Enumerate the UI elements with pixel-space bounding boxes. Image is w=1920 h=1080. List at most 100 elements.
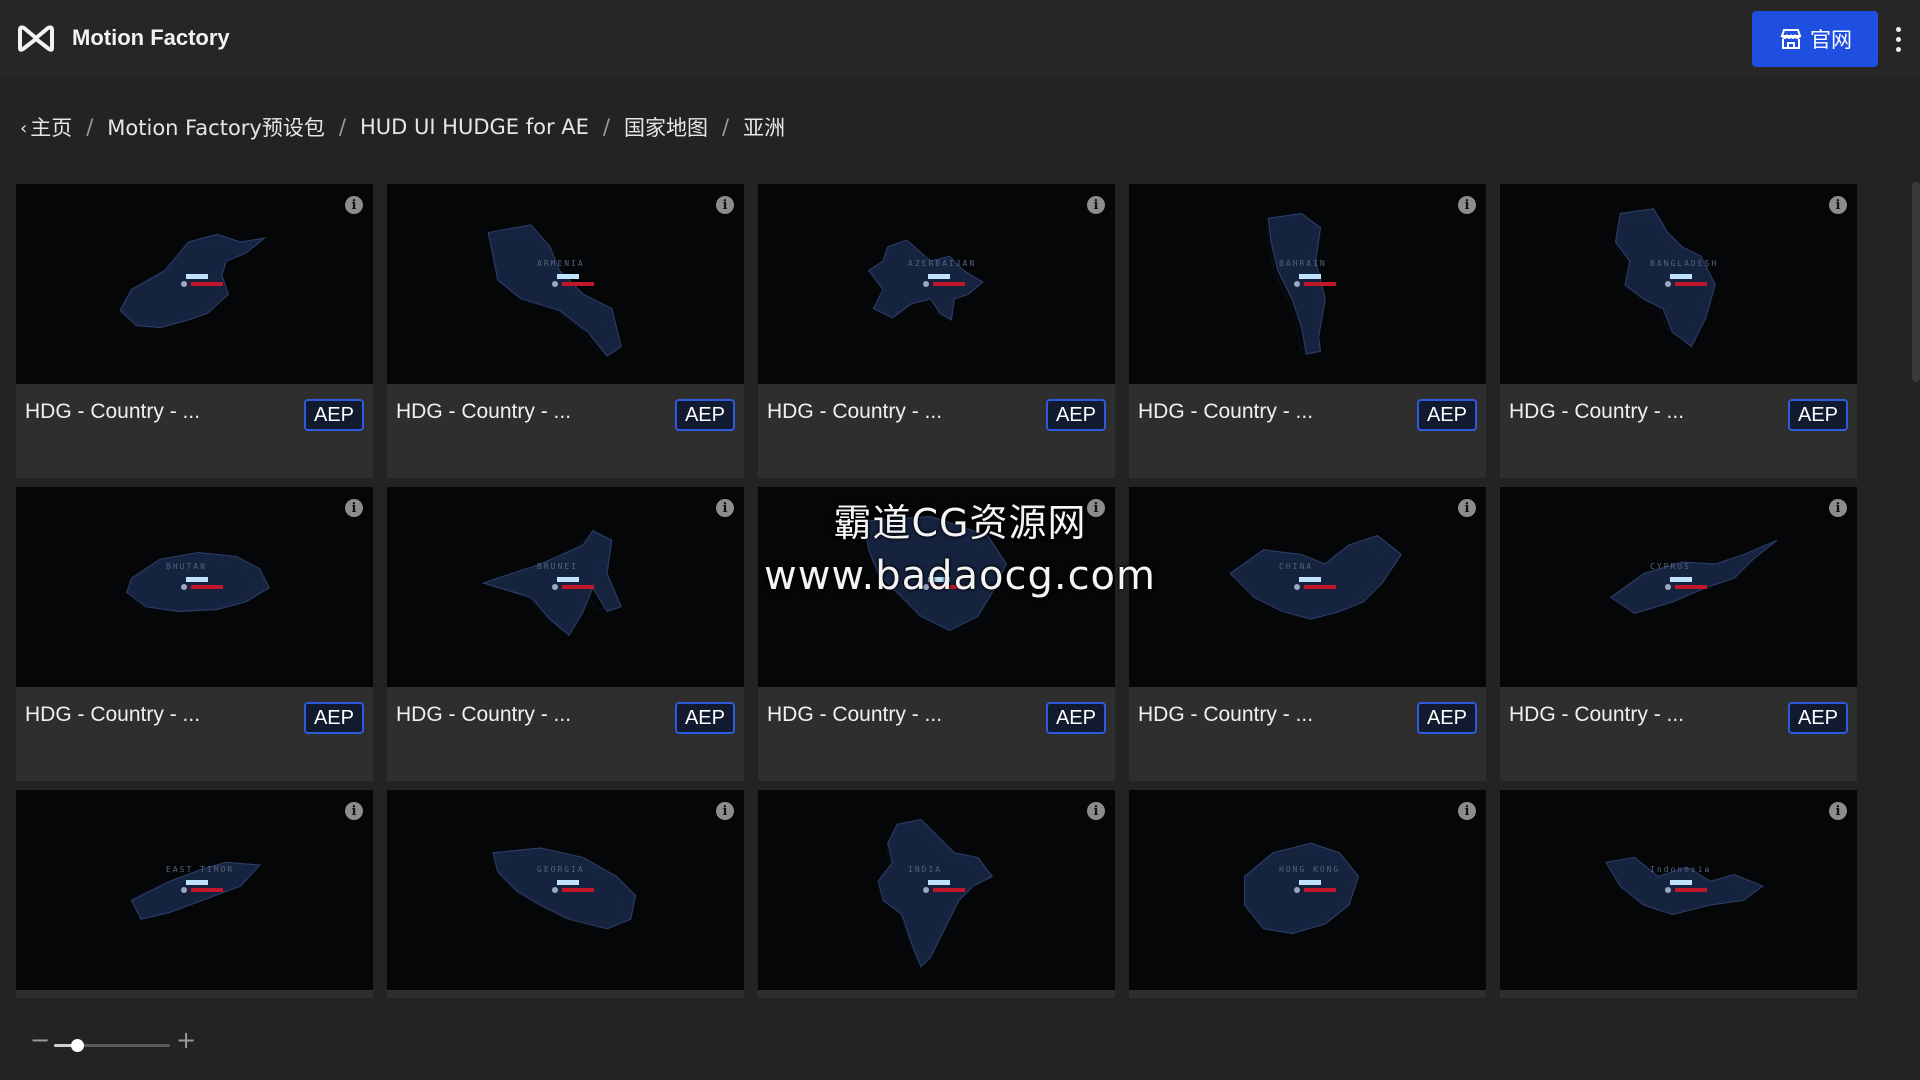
- map-country-label: Indonesia: [1650, 865, 1711, 874]
- asset-card[interactable]: CYPRUS i HDG - Country - ... AEP: [1500, 487, 1857, 781]
- asset-thumbnail[interactable]: GEORGIA i: [387, 790, 744, 990]
- zoom-slider[interactable]: [54, 1039, 170, 1052]
- country-map-image: BHUTAN: [126, 552, 270, 613]
- asset-title: HDG - Country - ...: [25, 400, 201, 423]
- zoom-slider-knob[interactable]: [71, 1039, 85, 1052]
- info-icon[interactable]: i: [345, 196, 363, 214]
- asset-thumbnail[interactable]: EAST TIMOR i: [16, 790, 373, 990]
- asset-card[interactable]: i HDG - Country - ... AEP: [758, 487, 1115, 781]
- zoom-in-button[interactable]: +: [176, 1028, 196, 1052]
- file-type-badge: AEP: [1045, 399, 1106, 431]
- footer-bar: − +: [0, 998, 1920, 1080]
- asset-title: HDG - Country - ...: [396, 703, 572, 726]
- info-icon[interactable]: i: [1087, 196, 1105, 214]
- asset-thumbnail[interactable]: AZERBAIJAN i: [758, 184, 1115, 384]
- info-icon[interactable]: i: [716, 802, 734, 820]
- official-site-button[interactable]: 官网: [1752, 11, 1878, 67]
- asset-card[interactable]: AZERBAIJAN i HDG - Country - ... AEP: [758, 184, 1115, 478]
- asset-thumbnail[interactable]: CHINA i: [1129, 487, 1486, 687]
- asset-thumbnail[interactable]: HONG KONG i: [1129, 790, 1486, 990]
- scrollbar[interactable]: [1912, 182, 1920, 382]
- info-icon[interactable]: i: [716, 196, 734, 214]
- map-country-label: BAHRAIN: [1279, 259, 1327, 268]
- info-icon[interactable]: i: [716, 499, 734, 517]
- file-type-badge: AEP: [303, 399, 364, 431]
- country-map-image: HONG KONG: [1243, 842, 1360, 935]
- asset-title: HDG - Country - ...: [1509, 703, 1685, 726]
- map-country-label: BRUNEI: [537, 562, 578, 571]
- asset-card[interactable]: EAST TIMOR i: [16, 790, 373, 998]
- asset-thumbnail[interactable]: i: [758, 487, 1115, 687]
- asset-thumbnail[interactable]: BRUNEI i: [387, 487, 744, 687]
- asset-thumbnail[interactable]: i: [16, 184, 373, 384]
- asset-grid: i HDG - Country - ... AEP ARMENIA i HDG - Cou…: [16, 184, 1858, 998]
- file-type-badge: AEP: [303, 702, 364, 734]
- country-map-image: INDIA: [877, 818, 994, 968]
- breadcrumb-presets[interactable]: Motion Factory预设包: [107, 112, 325, 142]
- asset-card[interactable]: Indonesia i: [1500, 790, 1857, 998]
- asset-thumbnail[interactable]: BAHRAIN i: [1129, 184, 1486, 384]
- asset-card[interactable]: HONG KONG i: [1129, 790, 1486, 998]
- asset-card[interactable]: BANGLADESH i HDG - Country - ... AEP: [1500, 184, 1857, 478]
- breadcrumb-home[interactable]: ‹ 主页: [20, 112, 72, 142]
- breadcrumb: ‹ 主页 / Motion Factory预设包 / HUD UI HUDGE f…: [20, 112, 785, 142]
- asset-thumbnail[interactable]: BHUTAN i: [16, 487, 373, 687]
- map-country-label: GEORGIA: [537, 865, 585, 874]
- country-map-image: Indonesia: [1605, 856, 1764, 916]
- top-header: Motion Factory 官网: [0, 0, 1920, 78]
- motion-factory-logo-icon[interactable]: [16, 22, 56, 54]
- breadcrumb-asia[interactable]: 亚洲: [743, 112, 785, 142]
- asset-card[interactable]: BRUNEI i HDG - Country - ... AEP: [387, 487, 744, 781]
- asset-card[interactable]: ARMENIA i HDG - Country - ... AEP: [387, 184, 744, 478]
- info-icon[interactable]: i: [345, 499, 363, 517]
- country-map-image: GEORGIA: [492, 847, 637, 930]
- country-map-image: [863, 515, 1008, 632]
- country-map-image: AZERBAIJAN: [867, 239, 984, 321]
- asset-card[interactable]: BHUTAN i HDG - Country - ... AEP: [16, 487, 373, 781]
- asset-card[interactable]: BAHRAIN i HDG - Country - ... AEP: [1129, 184, 1486, 478]
- file-type-badge: AEP: [674, 399, 735, 431]
- map-country-label: ARMENIA: [537, 259, 585, 268]
- asset-thumbnail[interactable]: CYPRUS i: [1500, 487, 1857, 687]
- asset-card[interactable]: CHINA i HDG - Country - ... AEP: [1129, 487, 1486, 781]
- info-icon[interactable]: i: [1458, 196, 1476, 214]
- map-country-label: INDIA: [908, 865, 942, 874]
- store-icon: [1780, 29, 1802, 49]
- info-icon[interactable]: i: [1829, 802, 1847, 820]
- map-country-label: BHUTAN: [166, 562, 207, 571]
- asset-card[interactable]: INDIA i: [758, 790, 1115, 998]
- info-icon[interactable]: i: [1829, 499, 1847, 517]
- map-country-label: AZERBAIJAN: [908, 259, 976, 268]
- country-map-image: BANGLADESH: [1614, 208, 1716, 348]
- map-country-label: CYPRUS: [1650, 562, 1691, 571]
- app-title[interactable]: Motion Factory: [72, 25, 230, 51]
- country-map-image: CYPRUS: [1609, 539, 1778, 615]
- info-icon[interactable]: i: [345, 802, 363, 820]
- asset-card[interactable]: i HDG - Country - ... AEP: [16, 184, 373, 478]
- zoom-out-button[interactable]: −: [30, 1028, 50, 1052]
- info-icon[interactable]: i: [1087, 499, 1105, 517]
- asset-title: HDG - Country - ...: [25, 703, 201, 726]
- official-site-label: 官网: [1810, 28, 1852, 52]
- breadcrumb-hud-ui[interactable]: HUD UI HUDGE for AE: [360, 115, 589, 139]
- country-map-image: BAHRAIN: [1266, 212, 1336, 355]
- info-icon[interactable]: i: [1829, 196, 1847, 214]
- asset-thumbnail[interactable]: Indonesia i: [1500, 790, 1857, 990]
- asset-thumbnail[interactable]: BANGLADESH i: [1500, 184, 1857, 384]
- map-country-label: HONG KONG: [1279, 865, 1340, 874]
- file-type-badge: AEP: [1787, 702, 1848, 734]
- country-map-image: ARMENIA: [487, 224, 622, 357]
- asset-thumbnail[interactable]: INDIA i: [758, 790, 1115, 990]
- file-type-badge: AEP: [1787, 399, 1848, 431]
- breadcrumb-country-maps[interactable]: 国家地图: [624, 112, 708, 142]
- more-vertical-icon[interactable]: [1888, 24, 1908, 54]
- info-icon[interactable]: i: [1458, 499, 1476, 517]
- asset-thumbnail[interactable]: ARMENIA i: [387, 184, 744, 384]
- chevron-left-icon: ‹: [20, 118, 28, 139]
- map-country-label: CHINA: [1279, 562, 1313, 571]
- info-icon[interactable]: i: [1087, 802, 1105, 820]
- info-icon[interactable]: i: [1458, 802, 1476, 820]
- file-type-badge: AEP: [1045, 702, 1106, 734]
- map-country-label: EAST TIMOR: [166, 865, 234, 874]
- asset-card[interactable]: GEORGIA i: [387, 790, 744, 998]
